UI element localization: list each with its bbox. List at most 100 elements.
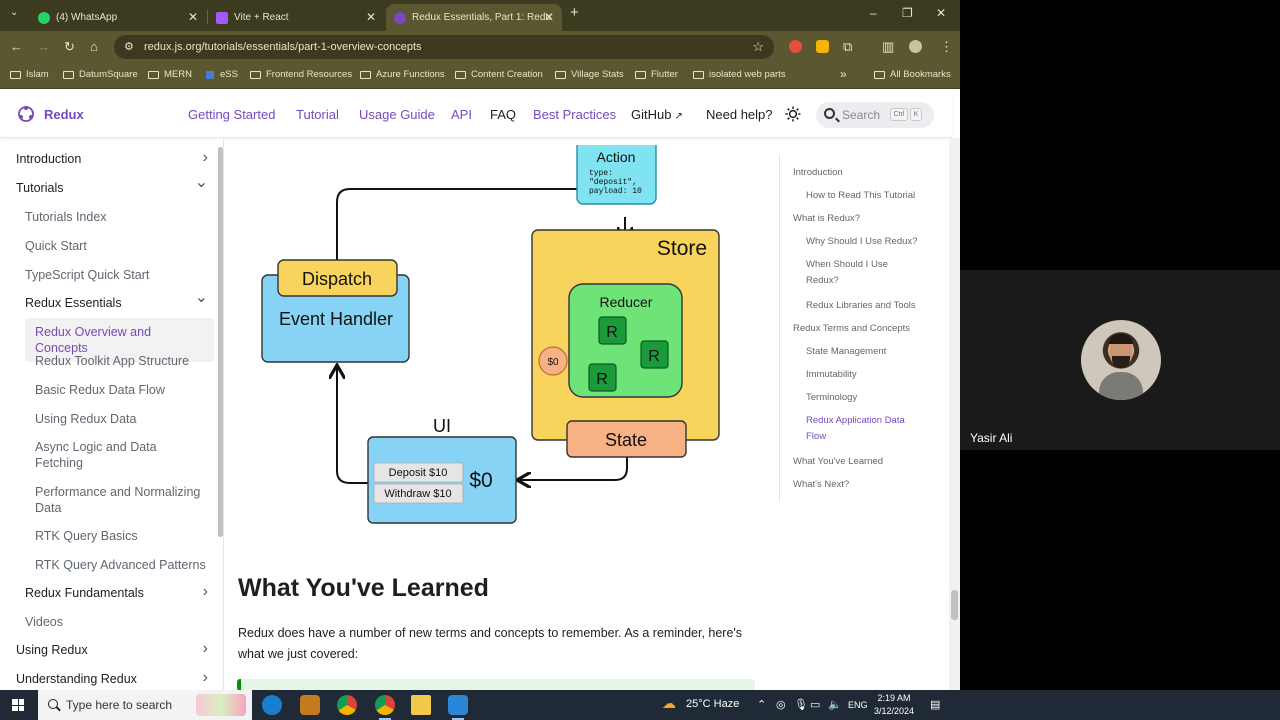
toc-item-active[interactable]: Redux Application Data Flow (806, 413, 926, 445)
tab-vite[interactable]: Vite + React ✕ (208, 4, 384, 31)
home-icon[interactable]: ⌂ (90, 39, 98, 54)
tab-redux[interactable]: Redux Essentials, Part 1: Redu ✕ (386, 4, 562, 31)
sidebar-item-redux-fundamentals[interactable]: Redux Fundamentals › (25, 584, 224, 601)
sidebar-item-redux-essentials[interactable]: Redux Essentials ⌄ (25, 290, 224, 311)
sidebar-item-rtk-query-advanced[interactable]: RTK Query Advanced Patterns (35, 557, 206, 573)
tab-search-icon[interactable]: ⌄ (10, 7, 18, 18)
toc-item[interactable]: Redux Libraries and Tools (806, 298, 916, 314)
site-search-button[interactable]: Search Ctrl K (816, 102, 934, 128)
vscode-icon[interactable] (448, 695, 468, 720)
close-window-button[interactable]: ✕ (936, 6, 946, 20)
minimize-button[interactable]: – (870, 6, 877, 20)
sidebar-item-quick-start[interactable]: Quick Start (25, 238, 87, 254)
nav-github[interactable]: GitHub ↗ (631, 107, 683, 122)
nav-getting-started[interactable]: Getting Started (188, 107, 275, 122)
toc-item[interactable]: Terminology (806, 390, 857, 406)
extension-icon[interactable] (789, 40, 802, 53)
forward-icon[interactable]: → (37, 39, 50, 54)
toc-item[interactable]: Immutability (806, 367, 857, 383)
toc-item[interactable]: When Should I Use Redux? (806, 257, 918, 289)
bookmark-folder[interactable]: Content Creation (455, 69, 543, 80)
sidebar-item-using-redux[interactable]: Using Redux › (16, 641, 224, 658)
nav-faq[interactable]: FAQ (490, 107, 516, 122)
sidebar-item-async-logic[interactable]: Async Logic and Data Fetching (35, 439, 185, 471)
close-tab-icon[interactable]: ✕ (366, 10, 376, 24)
site-info-icon[interactable]: ⚙ (124, 40, 134, 53)
toc-item[interactable]: State Management (806, 344, 886, 360)
bookmarks-overflow-button[interactable]: » (840, 67, 847, 81)
new-tab-button[interactable]: + (570, 4, 579, 21)
language-indicator[interactable]: ENG (848, 700, 868, 710)
back-icon[interactable]: ← (10, 39, 23, 54)
network-icon[interactable]: ▭ (810, 698, 820, 711)
sidebar-item-tutorials[interactable]: Tutorials ⌄ (16, 175, 224, 196)
sidebar-item-introduction[interactable]: Introduction › (16, 150, 224, 167)
bookmark-folder[interactable]: Frontend Resources (250, 69, 352, 80)
toc-item[interactable]: What's Next? (793, 477, 849, 493)
page-scrollbar[interactable] (949, 138, 960, 690)
bookmark-folder[interactable]: isolated web parts (693, 69, 786, 80)
bookmark-folder[interactable]: Azure Functions (360, 69, 445, 80)
sidebar-item-rtk-query-basics[interactable]: RTK Query Basics (35, 528, 138, 544)
edge-icon[interactable] (262, 695, 282, 715)
close-tab-icon[interactable]: ✕ (188, 10, 198, 24)
weather-text[interactable]: 25°C Haze (686, 698, 739, 710)
sidebar-scrollbar[interactable] (218, 147, 223, 537)
close-tab-icon[interactable]: ✕ (544, 10, 554, 24)
nav-api[interactable]: API (451, 107, 472, 122)
sidebar-item-typescript-quick-start[interactable]: TypeScript Quick Start (25, 267, 149, 283)
sidebar-item-basic-redux-data-flow[interactable]: Basic Redux Data Flow (35, 382, 165, 398)
page-scrollbar-thumb[interactable] (951, 590, 958, 620)
menu-kebab-icon[interactable]: ⋮ (940, 39, 953, 55)
bookmark-folder[interactable]: Village Stats (555, 69, 624, 80)
restore-button[interactable]: ❐ (902, 6, 913, 20)
nav-need-help[interactable]: Need help? (706, 107, 773, 122)
sidebar-item-videos[interactable]: Videos (25, 614, 63, 630)
folder-icon (360, 70, 371, 79)
toc-item[interactable]: Redux Terms and Concepts (793, 321, 910, 337)
windows-start-icon[interactable] (12, 699, 24, 711)
address-bar[interactable]: ⚙ redux.js.org/tutorials/essentials/part… (114, 35, 774, 59)
bookmark-link[interactable]: eSS (206, 69, 238, 80)
sidebar-item-using-redux-data[interactable]: Using Redux Data (35, 411, 136, 427)
sidebar-item-tutorials-index[interactable]: Tutorials Index (25, 209, 107, 225)
reducer-slice-label: R (648, 348, 660, 365)
toc-item[interactable]: How to Read This Tutorial (806, 188, 915, 204)
extensions-puzzle-icon[interactable]: ⧉ (843, 39, 852, 55)
sun-icon[interactable] (785, 106, 801, 122)
chrome-dev-icon[interactable] (375, 695, 395, 720)
tray-chevron-up-icon[interactable]: ⌃ (757, 698, 766, 711)
site-brand[interactable]: Redux (16, 104, 84, 124)
nav-usage-guide[interactable]: Usage Guide (359, 107, 435, 122)
browser-window: ⌄ (4) WhatsApp ✕ Vite + React ✕ Redux Es… (0, 0, 960, 690)
taskbar-search-box[interactable]: Type here to search (38, 690, 252, 720)
bookmark-folder[interactable]: Islam (10, 69, 49, 80)
nav-tutorial[interactable]: Tutorial (296, 107, 339, 122)
taskbar-clock[interactable]: 2:19 AM 3/12/2024 (868, 692, 920, 718)
file-explorer-icon[interactable] (411, 695, 431, 715)
all-bookmarks-folder[interactable]: All Bookmarks (874, 69, 951, 80)
app-icon[interactable] (300, 695, 320, 715)
sidebar-item-performance-normalizing[interactable]: Performance and Normalizing Data (35, 484, 210, 516)
toc-item[interactable]: Why Should I Use Redux? (806, 234, 917, 250)
bookmark-folder[interactable]: DatumSquare (63, 69, 138, 80)
profile-icon[interactable] (909, 40, 922, 53)
notifications-icon[interactable]: ▤ (930, 698, 940, 711)
nav-best-practices[interactable]: Best Practices (533, 107, 616, 122)
sidebar-item-understanding-redux[interactable]: Understanding Redux › (16, 670, 224, 687)
extension-icon[interactable] (816, 40, 829, 53)
toc-item[interactable]: What You've Learned (793, 454, 883, 470)
bookmark-star-icon[interactable]: ☆ (752, 39, 764, 55)
bookmark-folder[interactable]: Flutter (635, 69, 678, 80)
bookmark-folder[interactable]: MERN (148, 69, 192, 80)
microphone-icon[interactable]: 🎙 (794, 698, 808, 711)
toc-item[interactable]: What is Redux? (793, 211, 860, 227)
toc-item[interactable]: Introduction (793, 165, 843, 181)
tray-icon[interactable]: ◎ (776, 698, 786, 711)
sidebar-item-redux-toolkit-app-structure[interactable]: Redux Toolkit App Structure (35, 353, 189, 369)
chrome-icon[interactable] (337, 695, 357, 715)
tab-whatsapp[interactable]: (4) WhatsApp ✕ (30, 4, 206, 31)
side-panel-icon[interactable]: ▥ (882, 39, 894, 55)
volume-icon[interactable]: 🔈 (828, 698, 842, 711)
reload-icon[interactable]: ↻ (64, 39, 75, 55)
